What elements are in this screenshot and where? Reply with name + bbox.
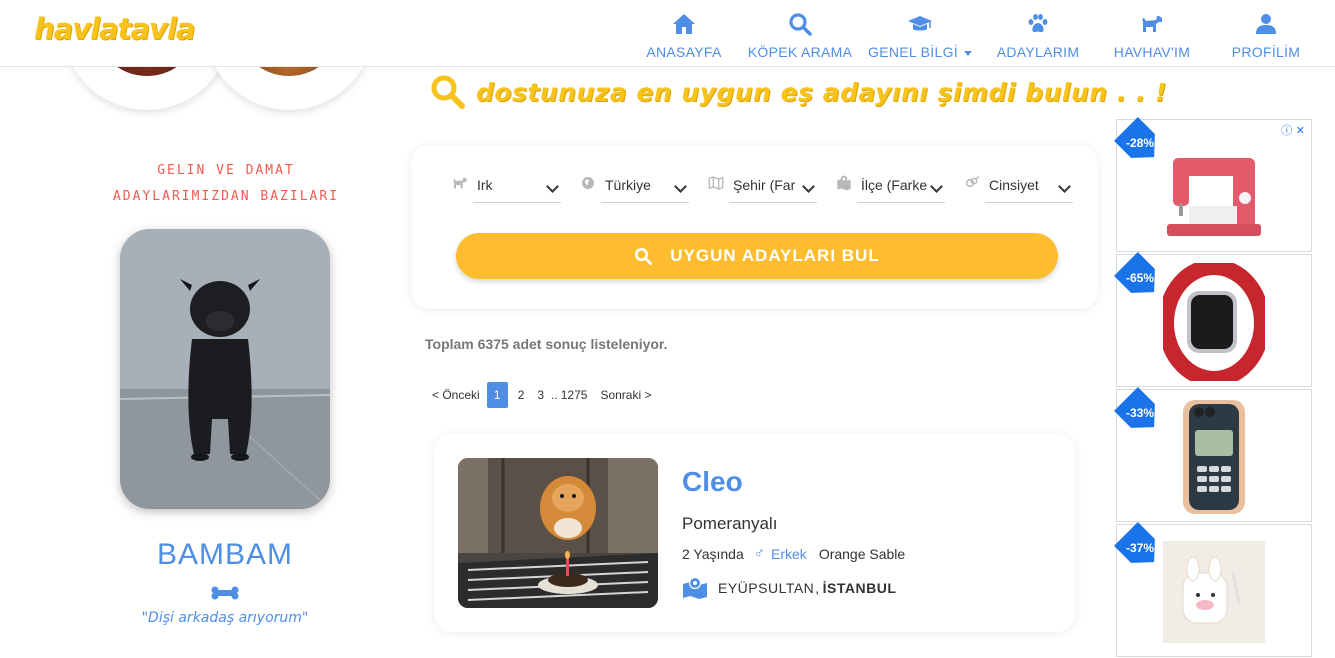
search-heading-text: dostunuza en uygun eş adayını şimdi bulu… [476,77,1168,107]
featured-dog-illustration [120,229,330,509]
filter-country-select[interactable]: Türkiye [601,173,689,203]
filter-city-select[interactable]: Şehir (Far [729,173,817,203]
pagination-ellipsis: .. [551,388,558,402]
bone-icon [211,586,239,600]
filter-country-value: Türkiye [605,177,651,193]
result-dog-breed: Pomeranyalı [682,514,778,533]
site-logo[interactable]: havlatavla [34,12,195,46]
chevron-down-icon [546,180,559,193]
featured-dog-quote: "Dişi arkadaş arıyorum" [141,610,309,626]
sewing-machine-image [1167,158,1261,236]
smart-watch-image [1163,263,1265,381]
find-candidates-label: UYGUN ADAYLARI BUL [670,246,880,265]
top-navbar: havlatavla ANASAYFA KÖPEK ARAMA GENEL Bİ… [0,0,1335,67]
featured-dog-name[interactable]: BAMBAM [120,538,330,572]
featured-dog-photo[interactable] [120,229,330,509]
result-dog-district: EYÜPSULTAN [718,580,815,596]
result-dog-age: 2 Yaşında [682,545,744,562]
result-dog-city: İSTANBUL [822,580,897,596]
nav-dog-search[interactable]: KÖPEK ARAMA [747,6,853,60]
map-marker-icon [837,175,851,191]
discount-badge-text: -37% [1125,540,1155,555]
gender-icon [965,175,980,188]
discount-badge: -65% [1114,252,1166,304]
search-icon [789,13,812,36]
nav-profile[interactable]: PROFİLİM [1228,6,1304,60]
ad-item[interactable]: -37% [1116,524,1312,657]
ad-item[interactable]: -65% [1116,254,1312,387]
search-filter-panel: Irk Türkiye Şehir (Far İlçe (Farke Cinsi… [411,145,1098,309]
map-marker-icon [683,577,707,599]
ad-item[interactable]: -28% ⓘ ✕ [1116,119,1312,252]
pagination-next[interactable]: Sonraki > [600,388,651,402]
result-dog-location: EYÜPSULTAN , İSTANBUL [682,577,896,599]
sidebar-tagline-line1: GELIN VE DAMAT [157,163,295,178]
pagination-prev[interactable]: < Önceki [432,388,480,402]
result-dog-photo[interactable] [458,458,658,608]
result-dog-color: Orange Sable [818,545,906,562]
pagination: < Önceki 1 2 3 .. 1275 Sonraki > [432,382,658,408]
globe-icon [582,177,594,189]
ad-item[interactable]: -33% [1116,389,1312,522]
nav-profile-label: PROFİLİM [1231,44,1301,60]
pagination-page-1[interactable]: 1 [486,382,508,408]
result-location-separator: , [815,580,820,596]
chevron-down-icon [1058,180,1071,193]
filter-breed-select[interactable]: Irk [473,173,561,203]
discount-badge-text: -28% [1125,135,1155,150]
paw-icon [1028,14,1048,33]
male-icon: ♂ [753,545,766,562]
filter-breed-value: Irk [477,177,493,193]
pagination-page-2[interactable]: 2 [518,388,525,402]
discount-badge: -28% [1114,117,1166,169]
home-icon [673,14,695,34]
filter-district-value: İlçe (Farke [861,177,928,193]
nav-home-label: ANASAYFA [646,44,722,60]
phone-case-image [1183,400,1245,514]
nav-candidates-label: ADAYLARIM [996,44,1080,60]
nav-home[interactable]: ANASAYFA [646,6,722,60]
result-dog-name[interactable]: Cleo [682,466,743,498]
search-icon [431,75,465,109]
map-icon [708,176,724,190]
pagination-page-3[interactable]: 3 [537,388,544,402]
filter-city-value: Şehir (Far [733,177,796,193]
nav-general-info-label-wrap: GENEL BİLGİ [868,44,972,60]
graduation-cap-icon [908,16,932,31]
discount-badge-text: -65% [1125,270,1155,285]
dog-icon [453,177,467,189]
filter-gender-value: Cinsiyet [989,177,1039,193]
sidebar-tagline-line2: ADAYLARIMIZDAN BAZILARI [112,189,339,204]
pagination-last-page[interactable]: 1275 [561,388,588,402]
nav-my-dog[interactable]: HAVHAV'IM [1112,6,1192,60]
user-icon [1256,14,1276,34]
info-icon[interactable]: ⓘ ✕ [1281,122,1305,138]
find-candidates-button[interactable]: UYGUN ADAYLARI BUL [456,233,1058,279]
result-dog-illustration [458,458,658,608]
discount-badge: -37% [1114,522,1166,574]
filter-district-select[interactable]: İlçe (Farke [857,173,945,203]
chevron-down-icon [930,180,943,193]
result-count: Toplam 6375 adet sonuç listeleniyor. [425,336,668,352]
chevron-down-icon [963,50,972,56]
nav-general-info-label: GENEL BİLGİ [868,44,958,60]
chevron-down-icon [802,180,815,193]
earbuds-case-image [1163,541,1265,643]
result-dog-meta: 2 Yaşında ♂ Erkek Orange Sable [682,545,905,562]
search-icon [635,247,653,265]
nav-candidates[interactable]: ADAYLARIM [996,6,1080,60]
result-dog-gender: Erkek [771,545,807,562]
discount-badge-text: -33% [1125,405,1155,420]
dog-icon [1142,16,1162,32]
discount-badge: -33% [1114,387,1166,439]
search-heading: dostunuza en uygun eş adayını şimdi bulu… [430,74,1167,110]
chevron-down-icon [674,180,687,193]
filter-gender-select[interactable]: Cinsiyet [985,173,1073,203]
nav-my-dog-label: HAVHAV'IM [1113,44,1191,60]
nav-dog-search-label: KÖPEK ARAMA [747,44,853,60]
sidebar-tagline: GELIN VE DAMAT ADAYLARIMIZDAN BAZILARI [108,158,344,210]
result-card[interactable]: Cleo Pomeranyalı 2 Yaşında ♂ Erkek Orang… [434,434,1075,632]
nav-general-info[interactable]: GENEL BİLGİ [868,6,972,60]
